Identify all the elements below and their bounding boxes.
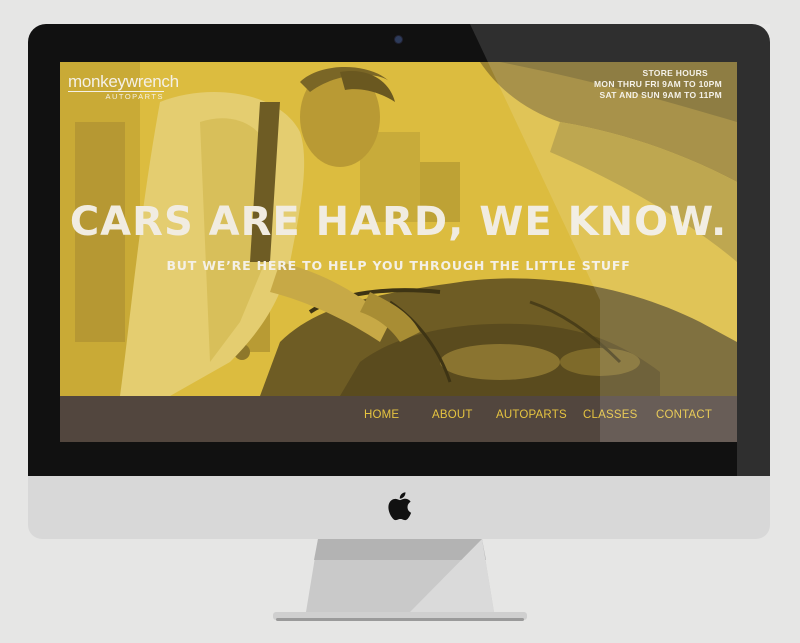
logo-subtitle: AUTOPARTS <box>68 91 164 101</box>
nav-classes[interactable]: CLASSES <box>583 409 637 421</box>
apple-icon <box>388 492 412 521</box>
store-hours-weekend: SAT AND SUN 9AM TO 11PM <box>599 90 722 100</box>
store-hours-title: STORE HOURS <box>642 68 708 78</box>
hero-headline: CARS ARE HARD, WE KNOW. <box>69 199 728 245</box>
hero-subheadline: BUT WE’RE HERE TO HELP YOU THROUGH THE L… <box>166 258 631 273</box>
hero-photo: monkeywrench AUTOPARTS STORE HOURS MON T… <box>60 62 737 396</box>
website-screen: monkeywrench AUTOPARTS STORE HOURS MON T… <box>60 62 737 442</box>
store-hours-weekday: MON THRU FRI 9AM TO 10PM <box>594 79 722 89</box>
nav-autoparts[interactable]: AUTOPARTS <box>496 409 567 421</box>
site-logo[interactable]: monkeywrench AUTOPARTS <box>68 72 179 101</box>
nav-home[interactable]: HOME <box>364 409 399 421</box>
mockup-stage: monkeywrench AUTOPARTS STORE HOURS MON T… <box>0 0 800 643</box>
nav-about[interactable]: ABOUT <box>432 409 473 421</box>
nav-contact[interactable]: CONTACT <box>656 409 712 421</box>
logo-wordmark: monkeywrench <box>68 72 179 91</box>
store-hours: STORE HOURS MON THRU FRI 9AM TO 10PM SAT… <box>594 68 722 101</box>
main-navigation: HOME ABOUT AUTOPARTS CLASSES CONTACT <box>60 396 737 442</box>
camera-icon <box>395 36 402 43</box>
